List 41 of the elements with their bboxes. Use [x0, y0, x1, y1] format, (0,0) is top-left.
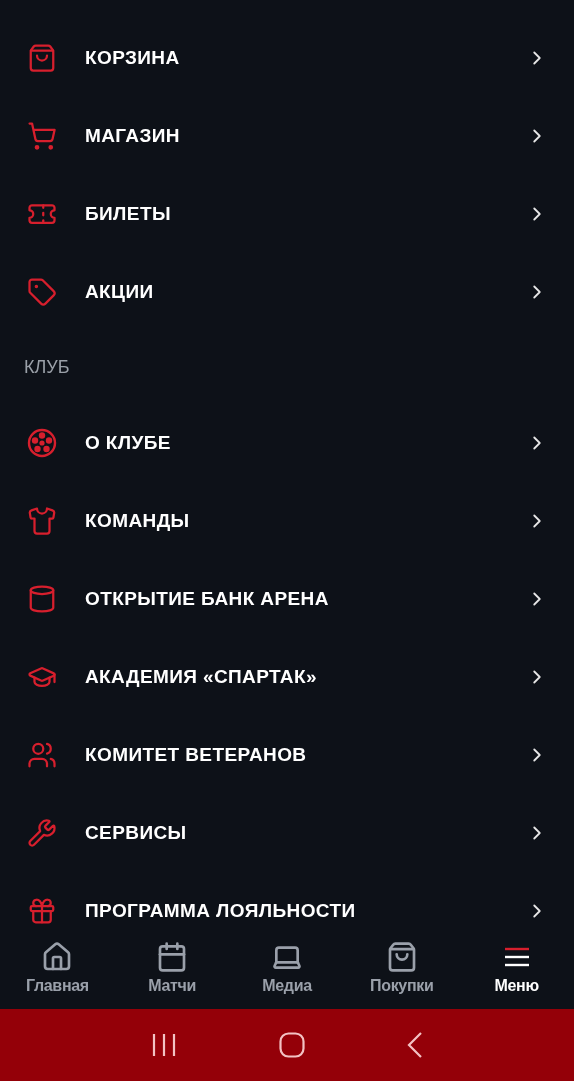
menu-item[interactable]: АКАДЕМИЯ «СПАРТАК»: [0, 638, 574, 716]
menu-item[interactable]: ОТКРЫТИЕ БАНК АРЕНА: [0, 560, 574, 638]
cart-icon: [27, 121, 57, 151]
shopping-bag-icon: [27, 43, 57, 73]
menu-item[interactable]: АКЦИИ: [0, 253, 574, 331]
menu-item-label: ПРОГРАММА ЛОЯЛЬНОСТИ: [85, 900, 357, 922]
menu-item-label: КОМИТЕТ ВЕТЕРАНОВ: [85, 744, 308, 766]
cylinder-icon: [27, 584, 57, 614]
menu-item[interactable]: О КЛУБЕ: [0, 404, 574, 482]
menu-item-label: КОМАНДЫ: [85, 510, 191, 532]
menu-item-label: МАГАЗИН: [85, 125, 181, 147]
home-square-icon: [279, 1032, 305, 1058]
wrench-icon: [27, 818, 57, 848]
menu-item[interactable]: СЕРВИСЫ: [0, 794, 574, 872]
ball-icon: [27, 428, 57, 458]
recent-apps-icon: [151, 1033, 177, 1057]
gift-icon: [27, 896, 57, 926]
menu-item[interactable]: ПРОГРАММА ЛОЯЛЬНОСТИ: [0, 872, 574, 935]
menu-item[interactable]: КОРЗИНА: [0, 19, 574, 97]
tab[interactable]: Главная: [0, 935, 115, 1009]
back-icon: [407, 1032, 423, 1058]
menu-icon: [502, 945, 531, 969]
menu-item[interactable]: МАГАЗИН: [0, 97, 574, 175]
menu-item-label: БИЛЕТЫ: [85, 203, 172, 225]
menu-item[interactable]: БИЛЕТЫ: [0, 175, 574, 253]
tab[interactable]: Покупки: [344, 935, 460, 1009]
people-icon: [27, 740, 57, 770]
tag-icon: [27, 277, 57, 307]
tab[interactable]: Медиа: [229, 935, 345, 1009]
menu-item[interactable]: КОМИТЕТ ВЕТЕРАНОВ: [0, 716, 574, 794]
tab[interactable]: Матчи: [114, 935, 230, 1009]
menu-item-label: О КЛУБЕ: [85, 432, 172, 454]
menu-item-label: АКЦИИ: [85, 281, 155, 303]
tab[interactable]: Меню: [459, 935, 574, 1009]
shirt-icon: [27, 506, 57, 536]
menu-item-label: КОРЗИНА: [85, 47, 181, 69]
menu-item-label: ОТКРЫТИЕ БАНК АРЕНА: [85, 588, 330, 610]
section-title: КЛУБ: [24, 357, 70, 378]
menu-item-label: СЕРВИСЫ: [85, 822, 188, 844]
menu-item-label: АКАДЕМИЯ «СПАРТАК»: [85, 666, 318, 688]
menu-item[interactable]: КОМАНДЫ: [0, 482, 574, 560]
